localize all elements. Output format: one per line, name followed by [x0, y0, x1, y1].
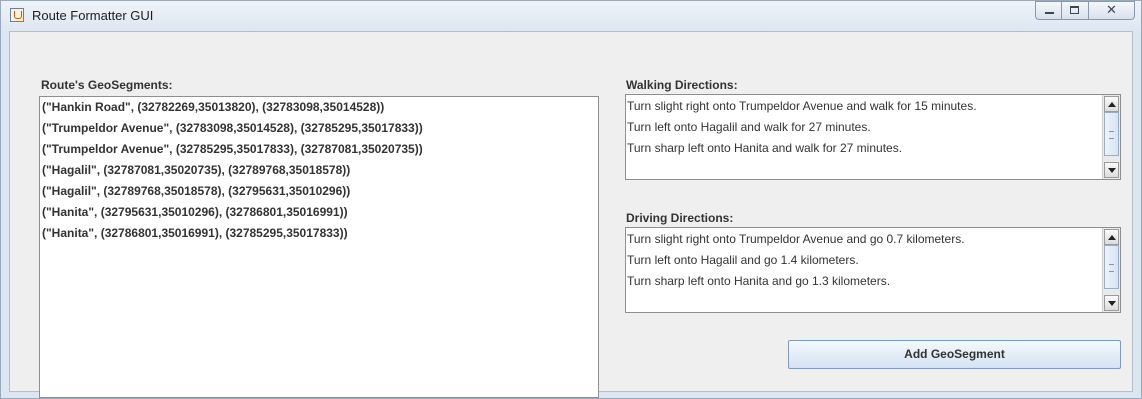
window-title: Route Formatter GUI	[32, 8, 154, 23]
add-geosegment-button[interactable]: Add GeoSegment	[788, 340, 1121, 369]
driving-directions-textarea[interactable]: Turn slight right onto Trumpeldor Avenue…	[625, 227, 1121, 313]
driving-line: Turn slight right onto Trumpeldor Avenue…	[627, 232, 965, 246]
list-item[interactable]: ("Hankin Road", (32782269,35013820), (32…	[40, 97, 598, 118]
driving-line: Turn sharp left onto Hanita and go 1.3 k…	[627, 274, 891, 288]
walking-line: Turn sharp left onto Hanita and walk for…	[627, 141, 903, 155]
list-item[interactable]: ("Trumpeldor Avenue", (32785295,35017833…	[40, 139, 598, 160]
scroll-up-icon[interactable]	[1104, 229, 1119, 245]
list-item[interactable]: ("Trumpeldor Avenue", (32783098,35014528…	[40, 118, 598, 139]
list-item[interactable]: ("Hanita", (32795631,35010296), (3278680…	[40, 202, 598, 223]
window-controls: ✕	[1035, 1, 1135, 21]
maximize-icon	[1070, 6, 1079, 14]
walking-line: Turn slight right onto Trumpeldor Avenue…	[627, 99, 977, 113]
walking-scrollbar[interactable]	[1102, 95, 1120, 179]
driving-line: Turn left onto Hagalil and go 1.4 kilome…	[627, 253, 859, 267]
java-app-icon	[10, 8, 24, 22]
scroll-down-icon[interactable]	[1104, 162, 1119, 178]
segments-list[interactable]: ("Hankin Road", (32782269,35013820), (32…	[39, 96, 599, 398]
segments-label: Route's GeoSegments:	[41, 78, 173, 92]
close-button[interactable]: ✕	[1089, 1, 1135, 20]
title-bar[interactable]: Route Formatter GUI ✕	[1, 1, 1141, 31]
driving-directions-text: Turn slight right onto Trumpeldor Avenue…	[627, 229, 1101, 292]
close-icon: ✕	[1106, 3, 1117, 18]
list-item[interactable]: ("Hagalil", (32787081,35020735), (327897…	[40, 160, 598, 181]
list-item[interactable]: ("Hagalil", (32789768,35018578), (327956…	[40, 181, 598, 202]
app-window: Route Formatter GUI ✕ Route's GeoSegment…	[0, 0, 1142, 399]
driving-directions-label: Driving Directions:	[626, 211, 734, 225]
scroll-up-icon[interactable]	[1104, 96, 1119, 112]
scroll-thumb[interactable]	[1104, 112, 1119, 156]
minimize-icon	[1045, 12, 1054, 14]
scroll-down-icon[interactable]	[1104, 295, 1119, 311]
list-item[interactable]: ("Hanita", (32786801,35016991), (3278529…	[40, 223, 598, 244]
walking-directions-textarea[interactable]: Turn slight right onto Trumpeldor Avenue…	[625, 94, 1121, 180]
driving-scrollbar[interactable]	[1102, 228, 1120, 312]
maximize-button[interactable]	[1062, 1, 1089, 20]
scroll-thumb[interactable]	[1104, 245, 1119, 289]
walking-line: Turn left onto Hagalil and walk for 27 m…	[627, 120, 871, 134]
walking-directions-label: Walking Directions:	[626, 78, 738, 92]
walking-directions-text: Turn slight right onto Trumpeldor Avenue…	[627, 96, 1101, 159]
minimize-button[interactable]	[1035, 1, 1062, 20]
